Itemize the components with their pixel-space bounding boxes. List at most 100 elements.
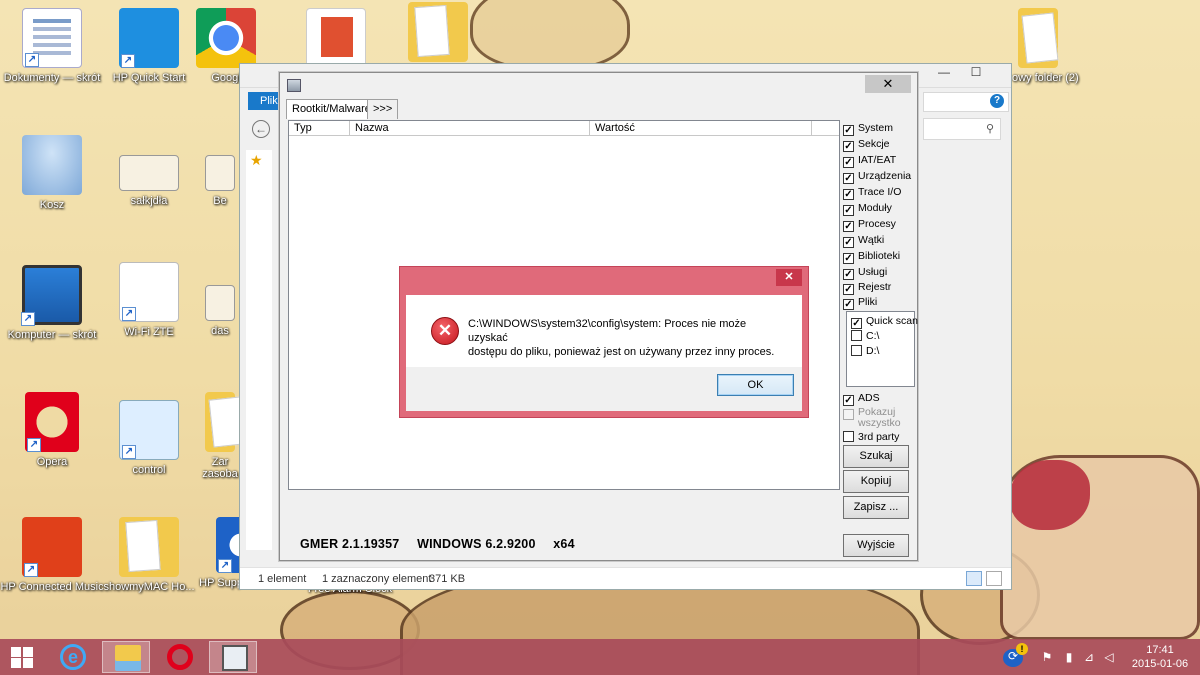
save-button[interactable]: Zapisz ... [843,496,909,519]
desktop-icon-salkjdla[interactable]: sałkjdła [97,155,201,207]
control-panel-icon: ↗ [119,400,179,460]
desktop-icon-folder-top[interactable] [398,2,478,66]
ok-button[interactable]: OK [717,374,794,396]
drive-selection-list[interactable]: ✓ Quick scan C:\ D:\ [846,311,918,387]
checkbox-box[interactable]: ✓ [843,395,854,406]
checkbox-trace-io[interactable]: ✓ Trace I/O [843,185,901,201]
close-icon[interactable]: ✕ [865,75,911,93]
checkbox-processes[interactable]: ✓ Procesy [843,217,896,233]
maximize-icon[interactable]: ☐ [962,66,990,80]
checkbox-box[interactable]: ✓ [843,205,854,216]
network-icon[interactable]: ⊿ [1082,650,1096,664]
shortcut-arrow-icon: ↗ [25,53,39,67]
favorites-star-icon[interactable]: ★ [250,152,263,169]
taskbar-gmer[interactable] [209,641,257,673]
checkbox-label: D:\ [866,345,880,357]
warning-icon[interactable]: ! [1016,643,1028,655]
file-explorer-icon [115,645,141,671]
desktop-icon-label: das [211,325,229,337]
checkbox-threads[interactable]: ✓ Wątki [843,233,884,249]
checkbox-box[interactable]: ✓ [851,318,862,329]
taskbar-opera[interactable] [155,641,203,673]
checkbox-ads[interactable]: ✓ ADS [843,391,880,407]
tab-rootkit-malware[interactable]: Rootkit/Malware [286,99,377,119]
checkbox-box[interactable]: ✓ [843,237,854,248]
action-center-flag-icon[interactable]: ⚑ [1040,650,1054,664]
desktop-icon-zar-zasoba[interactable]: Zar zasoba [200,392,240,480]
checkbox-box[interactable]: ✓ [843,221,854,232]
checkbox-box[interactable] [851,345,862,356]
checkbox-drive-d[interactable]: D:\ [851,344,879,360]
status-size: 371 KB [429,573,466,585]
help-icon[interactable]: ? [990,94,1004,108]
shortcut-arrow-icon: ↗ [122,445,136,459]
checkbox-box[interactable] [851,330,862,341]
close-icon[interactable]: ✕ [776,269,802,286]
checkbox-sections[interactable]: ✓ Sekcje [843,137,890,153]
checkbox-quick-scan[interactable]: ✓ Quick scan [851,314,918,330]
large-icons-view-icon[interactable] [986,571,1002,586]
scan-button[interactable]: Szukaj [843,445,909,468]
column-header-type[interactable]: Typ [289,121,350,136]
desktop-icon-documents[interactable]: ↗ Dokumenty — skrót [0,8,104,84]
gmer-app-icon [287,79,301,92]
checkbox-box[interactable] [843,409,854,420]
start-button[interactable] [0,641,48,673]
battery-icon[interactable]: ▮ [1062,650,1076,664]
navigation-pane[interactable] [246,150,272,550]
checkbox-drive-c[interactable]: C:\ [851,329,879,345]
checkbox-box[interactable]: ✓ [843,141,854,152]
column-header-value[interactable]: Wartość [590,121,812,136]
checkbox-third-party[interactable]: 3rd party [843,430,899,446]
checkbox-box[interactable]: ✓ [843,157,854,168]
checkbox-modules[interactable]: ✓ Moduły [843,201,892,217]
system-clock[interactable]: 17:41 2015-01-06 [1124,643,1196,671]
checkbox-registry[interactable]: ✓ Rejestr [843,280,891,296]
minimize-icon[interactable]: — [930,66,958,80]
checkbox-system[interactable]: ✓ System [843,121,893,137]
desktop-icon-computer[interactable]: ↗ Komputer — skrót [0,265,104,341]
back-arrow-icon[interactable]: ← [252,120,270,138]
column-header-name[interactable]: Nazwa [350,121,590,136]
folder-icon [119,517,179,577]
details-view-icon[interactable] [966,571,982,586]
checkbox-box[interactable]: ✓ [843,299,854,310]
checkbox-iat-eat[interactable]: ✓ IAT/EAT [843,153,896,169]
checkbox-files[interactable]: ✓ Pliki [843,295,877,311]
checkbox-libraries[interactable]: ✓ Biblioteki [843,249,900,265]
desktop-icon-hp-quick-start[interactable]: ↗ HP Quick Start [97,8,201,84]
internet-explorer-icon: e [60,644,86,670]
checkbox-box[interactable]: ✓ [843,269,854,280]
checkbox-box[interactable]: ✓ [843,125,854,136]
checkbox-box[interactable]: ✓ [843,253,854,264]
shortcut-arrow-icon: ↗ [27,438,41,452]
taskbar-internet-explorer[interactable]: e [48,641,96,673]
desktop-icon-wifi-zte[interactable]: ↗ Wi-Fi ZTE [97,262,201,338]
desktop-icon-hp-connected-music[interactable]: ↗ HP Connected Music [0,517,104,593]
desktop-icon-das[interactable]: das [200,285,240,337]
copy-button[interactable]: Kopiuj [843,470,909,493]
exit-button[interactable]: Wyjście [843,534,909,557]
checkbox-services[interactable]: ✓ Usługi [843,265,887,281]
search-input[interactable]: ⚲ [923,118,1001,140]
taskbar-file-explorer[interactable] [102,641,150,673]
desktop-icon-be[interactable]: Be [200,155,240,207]
error-dialog[interactable]: ✕ ✕ C:\WINDOWS\system32\config\system: P… [399,266,809,418]
volume-icon[interactable]: ◁ [1102,650,1116,664]
desktop-icon-new-folder-2[interactable]: owy folder (2) [1012,8,1098,84]
checkbox-label: Procesy [858,218,896,230]
gmer-titlebar[interactable]: ✕ [280,73,917,99]
desktop-icon-control[interactable]: ↗ control [97,400,201,476]
checkbox-box[interactable]: ✓ [843,284,854,295]
checkbox-label: IAT/EAT [858,154,897,166]
checkbox-box[interactable] [843,431,854,442]
checkbox-box[interactable]: ✓ [843,189,854,200]
checkbox-devices[interactable]: ✓ Urządzenia [843,169,911,185]
desktop-icon-recycle-bin[interactable]: Kosz [0,135,104,211]
desktop-icon-opera[interactable]: ↗ Opera [0,392,104,468]
checkbox-show-all[interactable]: Pokazuj wszystko [843,407,913,429]
checkbox-label: ADS [858,392,880,404]
tab-more[interactable]: >>> [367,99,399,119]
checkbox-box[interactable]: ✓ [843,173,854,184]
desktop-icon-showmymac[interactable]: showmyMAC Ho... [97,517,201,593]
